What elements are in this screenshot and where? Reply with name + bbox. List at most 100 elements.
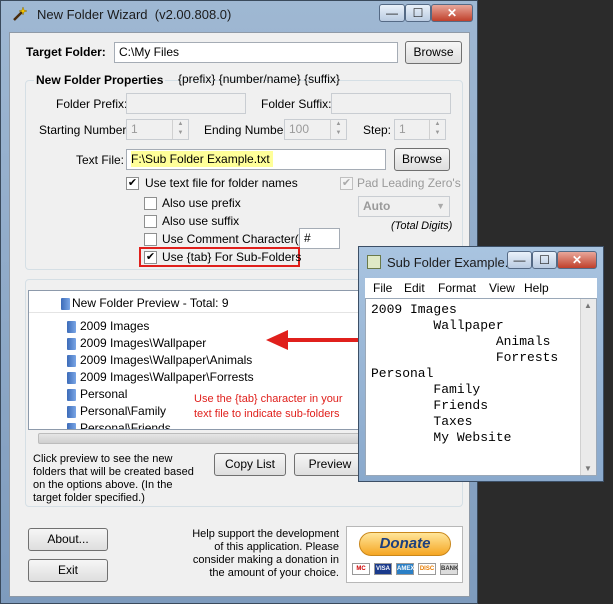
starting-number-label: Starting Number: — [39, 123, 130, 137]
folder-icon — [67, 406, 76, 418]
also-suffix-label: Also use suffix — [162, 214, 240, 228]
starting-number-spinner[interactable]: ▲ ▼ — [172, 120, 188, 139]
format-hint: {prefix} {number/name} {suffix} — [178, 72, 340, 86]
donate-button[interactable]: Donate — [359, 532, 451, 556]
notepad-menu-bar: File Edit Format View Help — [365, 278, 597, 298]
target-browse-button[interactable]: Browse — [405, 41, 462, 64]
starting-number-value: 1 — [131, 122, 138, 136]
preview-header: New Folder Preview - Total: 9 — [72, 296, 229, 310]
text-file-label: Text File: — [76, 153, 125, 167]
use-tab-label: Use {tab} For Sub-Folders — [162, 250, 302, 264]
folder-icon — [67, 372, 76, 384]
preview-horizontal-scrollbar[interactable] — [38, 433, 368, 444]
folder-icon — [67, 321, 76, 333]
title-bar[interactable]: New Folder Wizard (v2.00.808.0) — ☐ ✕ — [1, 1, 477, 27]
pad-leading-checkbox[interactable]: ✔ — [340, 177, 353, 190]
chevron-down-icon: ▼ — [436, 201, 445, 211]
folder-icon — [67, 355, 76, 367]
scroll-down-icon[interactable]: ▼ — [584, 464, 592, 473]
total-digits-label: (Total Digits) — [391, 220, 453, 232]
ending-number-spinner[interactable]: ▲ ▼ — [330, 120, 346, 139]
total-digits-select[interactable]: Auto ▼ — [358, 196, 450, 217]
use-text-file-checkbox[interactable]: ✔ — [126, 177, 139, 190]
text-file-browse-button[interactable]: Browse — [394, 148, 450, 171]
menu-format[interactable]: Format — [438, 281, 476, 295]
copy-list-button[interactable]: Copy List — [214, 453, 286, 476]
folder-prefix-label: Folder Prefix: — [56, 97, 128, 111]
menu-view[interactable]: View — [489, 281, 515, 295]
folder-icon — [67, 423, 76, 429]
folder-suffix-input[interactable] — [331, 93, 451, 114]
list-item[interactable]: 2009 Images\Wallpaper\Animals — [80, 353, 252, 367]
list-item[interactable]: Personal\Family — [80, 404, 166, 418]
text-line: 2009 Images — [371, 302, 457, 317]
text-file-input[interactable]: F:\Sub Folder Example.txt — [126, 149, 386, 170]
folder-suffix-label: Folder Suffix: — [261, 97, 332, 111]
text-line: Animals — [371, 334, 551, 349]
list-item[interactable]: 2009 Images\Wallpaper — [80, 336, 206, 350]
menu-file[interactable]: File — [373, 281, 392, 295]
list-item[interactable]: 2009 Images — [80, 319, 149, 333]
scroll-up-icon[interactable]: ▲ — [584, 301, 592, 310]
notepad-minimize-button[interactable]: — — [507, 251, 532, 269]
text-line: Forrests — [371, 350, 559, 365]
starting-number-input[interactable]: 1 ▲ ▼ — [126, 119, 189, 140]
donate-box[interactable]: Donate MC VISA AMEX DISC BANK — [346, 526, 463, 583]
use-comment-label: Use Comment Character(s): — [162, 232, 313, 246]
step-spinner[interactable]: ▲ ▼ — [429, 120, 445, 139]
use-tab-checkbox[interactable]: ✔ — [144, 251, 157, 264]
text-line: Wallpaper — [371, 318, 504, 333]
step-value: 1 — [399, 122, 406, 136]
support-text: Help support the development of this app… — [192, 528, 339, 579]
mastercard-icon: MC — [352, 563, 370, 575]
step-input[interactable]: 1 ▲ ▼ — [394, 119, 446, 140]
notepad-close-button[interactable]: ✕ — [557, 251, 597, 269]
text-line: Personal — [371, 366, 434, 381]
text-file-value: F:\Sub Folder Example.txt — [131, 151, 273, 167]
visa-icon: VISA — [374, 563, 392, 575]
notepad-window: Sub Folder Example... — ☐ ✕ File Edit Fo… — [358, 246, 604, 482]
notepad-icon — [367, 255, 381, 269]
annotation-line-2: text file to indicate sub-folders — [194, 408, 340, 420]
notepad-maximize-button[interactable]: ☐ — [532, 251, 557, 269]
use-text-file-label: Use text file for folder names — [145, 176, 298, 190]
window-version: (v2.00.808.0) — [154, 7, 232, 22]
folder-icon — [67, 389, 76, 401]
notepad-vertical-scrollbar[interactable]: ▲ ▼ — [580, 299, 596, 475]
annotation-line-1: Use the {tab} character in your — [194, 393, 343, 405]
about-button[interactable]: About... — [28, 528, 108, 551]
maximize-button[interactable]: ☐ — [405, 4, 431, 22]
menu-edit[interactable]: Edit — [404, 281, 425, 295]
exit-button[interactable]: Exit — [28, 559, 108, 582]
ending-number-label: Ending Number: — [204, 123, 291, 137]
wand-icon — [11, 5, 29, 23]
use-comment-checkbox[interactable] — [144, 233, 157, 246]
minimize-button[interactable]: — — [379, 4, 405, 22]
target-folder-input[interactable]: C:\My Files — [114, 42, 398, 63]
window-title: New Folder Wizard (v2.00.808.0) — [37, 7, 231, 22]
amex-icon: AMEX — [396, 563, 414, 575]
also-suffix-checkbox[interactable] — [144, 215, 157, 228]
list-item[interactable]: Personal\Friends — [80, 421, 171, 429]
window-title-name: New Folder Wizard — [37, 7, 148, 22]
properties-heading: New Folder Properties — [34, 73, 166, 87]
comment-char-input[interactable]: # — [299, 228, 340, 249]
folder-icon — [61, 298, 70, 310]
list-item[interactable]: 2009 Images\Wallpaper\Forrests — [80, 370, 254, 384]
folder-icon — [67, 338, 76, 350]
folder-prefix-input[interactable] — [126, 93, 246, 114]
target-folder-label: Target Folder: — [26, 45, 106, 59]
also-prefix-label: Also use prefix — [162, 196, 241, 210]
ending-number-input[interactable]: 100 ▲ ▼ — [284, 119, 347, 140]
bank-icon: BANK — [440, 563, 458, 575]
menu-help[interactable]: Help — [524, 281, 549, 295]
preview-button[interactable]: Preview — [294, 453, 366, 476]
total-digits-value: Auto — [363, 199, 391, 213]
notepad-text-area[interactable]: 2009 Images Wallpaper Animals Forrests P… — [365, 298, 597, 476]
also-prefix-checkbox[interactable] — [144, 197, 157, 210]
text-line: My Website — [371, 430, 512, 445]
ending-number-value: 100 — [289, 122, 310, 136]
preview-help-text: Click preview to see the new folders tha… — [33, 453, 194, 504]
close-button[interactable]: ✕ — [431, 4, 473, 22]
list-item[interactable]: Personal — [80, 387, 127, 401]
